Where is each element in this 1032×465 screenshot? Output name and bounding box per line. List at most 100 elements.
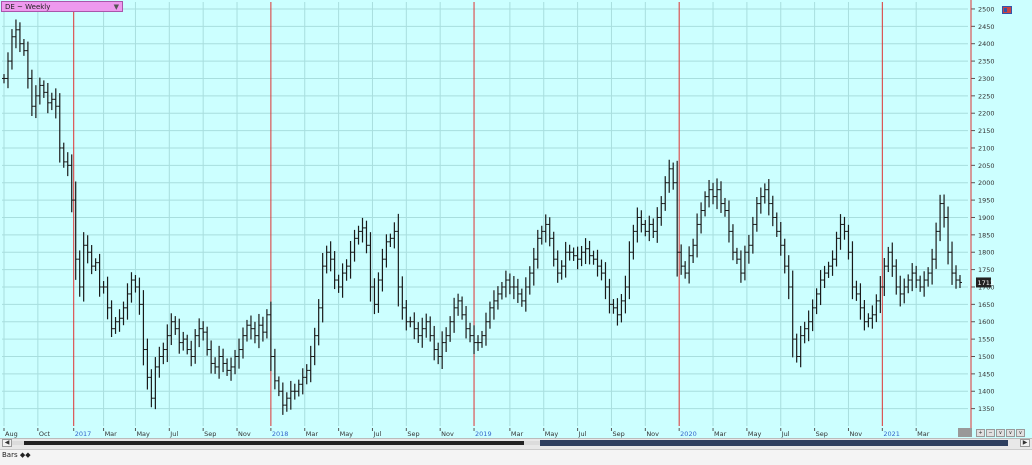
chart-settings-icon[interactable] [1002,6,1012,14]
price-bar [424,313,429,338]
price-bar [428,316,433,342]
price-bar [786,255,791,300]
scroll-right-icon[interactable]: ▶ [1020,439,1030,447]
y-tick-label: 1600 [978,318,995,326]
price-bar [950,241,955,285]
y-tick-label: 1800 [978,249,995,257]
price-bar [814,288,819,315]
price-bar [77,250,82,297]
price-bar [476,335,481,351]
price-bar [858,283,863,320]
price-bar [340,263,345,298]
symbol-selector[interactable]: DE ~ Weekly ▼ [1,1,123,12]
bars-tab-label: Bars [2,451,18,459]
price-bar [221,348,226,373]
price-bar [145,338,150,390]
price-bar [225,358,230,376]
price-bar [898,275,903,307]
y-tick-label: 1400 [978,388,995,396]
price-bar [460,296,465,320]
price-bar [523,277,528,312]
price-bar [503,270,508,298]
price-bar [543,214,548,243]
price-chart[interactable]: 1350140014501500155016001650170017501800… [0,0,1032,428]
price-bar [376,272,381,313]
price-bar [890,242,895,277]
y-tick-label: 1850 [978,231,995,239]
price-bar [691,238,696,264]
price-bar [551,231,556,267]
scroll-down-icon-2[interactable]: ∨ [1006,429,1015,437]
price-bar [758,187,763,214]
price-bar [117,309,122,332]
zoom-out-button[interactable]: − [986,429,995,437]
price-bar [774,212,779,237]
price-bar [675,160,680,277]
y-tick-label: 2000 [978,179,995,187]
price-bar [137,277,142,315]
price-bar [487,301,492,329]
zoom-in-button[interactable]: + [976,429,985,437]
price-bar [360,217,365,243]
time-axis: Aug Oct 2017 Mar May Jul Sep Nov 2018 Mar May Jul Se… [0,428,1032,438]
x-month-label: Jul [578,430,587,438]
x-month-label: Nov [849,430,862,438]
x-year-label: 2021 [883,430,900,438]
price-bar [21,39,26,56]
scroll-corner[interactable] [958,428,972,437]
price-bar [531,247,536,286]
scroll-down-icon[interactable]: ∨ [996,429,1005,437]
price-bar [264,309,269,339]
price-bar [667,159,672,193]
price-bar [878,276,883,314]
price-bar [252,321,257,344]
price-bar [834,231,839,267]
price-bar [679,244,684,275]
price-bar [766,179,771,216]
y-tick-label: 1450 [978,370,995,378]
price-bar [141,290,146,366]
x-month-label: Nov [441,430,454,438]
x-year-label: 2017 [75,430,92,438]
y-tick-label: 1650 [978,301,995,309]
price-bar [2,74,6,84]
price-bar [300,368,305,395]
price-bar [189,340,194,367]
price-bar [619,294,624,323]
scroll-down-icon-3[interactable]: ∨ [1016,429,1025,437]
price-bar [738,250,743,283]
price-bar [237,338,242,369]
x-year-label: 2020 [680,430,697,438]
y-tick-label: 1950 [978,197,995,205]
price-bar [623,275,628,314]
chart-area[interactable]: 1350 1400 1450 1500 1550 1600 1650 1700 1750 1800… [0,0,1032,428]
price-bar [113,317,118,334]
scroll-thumb[interactable] [540,440,1008,446]
price-bar [922,271,927,297]
price-bar [169,313,174,346]
bars-tab[interactable]: Bars ◆◆ [2,451,31,459]
price-bar [726,200,731,243]
price-bar [946,206,951,265]
price-bar [268,301,273,372]
price-bar [571,247,576,261]
y-tick-label: 1900 [978,214,995,222]
price-bar [695,213,700,258]
x-year-label: 2019 [475,430,492,438]
x-month-label: Sep [407,430,419,438]
price-bar [69,154,74,213]
bottom-toolbar [0,449,1032,465]
price-axis: 1350140014501500155016001650170017501800… [970,0,995,428]
scroll-left-icon[interactable]: ◀ [2,439,12,447]
price-bar [276,376,281,397]
x-month-label: May [545,430,559,438]
price-bar [806,310,811,342]
y-tick-label: 2150 [978,127,995,135]
price-bar [233,349,238,375]
price-bar [29,69,34,116]
price-bar [157,346,162,378]
price-bar [400,276,405,320]
x-year-label: 2018 [272,430,289,438]
price-bar [954,265,959,289]
price-bar [181,331,186,351]
